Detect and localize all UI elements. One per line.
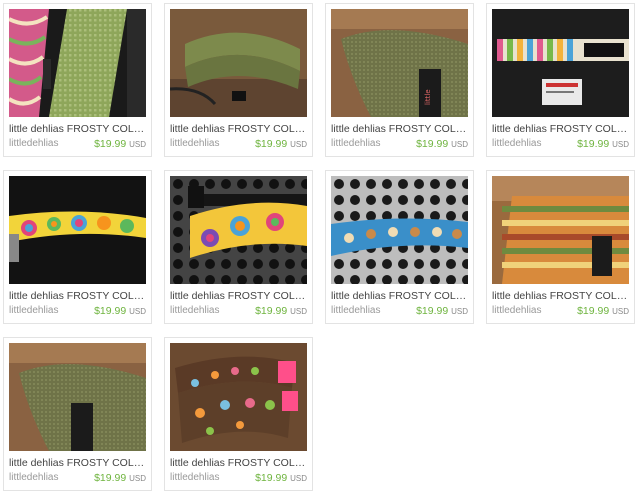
listing-price: $19.99 USD [416, 305, 468, 318]
listing-price: $19.99 USD [94, 472, 146, 485]
shop-name[interactable]: littledehlias [170, 305, 219, 317]
price-currency: USD [451, 140, 468, 149]
listing-price: $19.99 USD [255, 305, 307, 318]
shop-name[interactable]: littledehlias [170, 138, 219, 150]
listing-thumbnail[interactable] [170, 176, 307, 284]
shop-name[interactable]: littledehlias [170, 472, 219, 484]
listing-thumbnail[interactable] [492, 9, 629, 117]
listing-title[interactable]: little dehlias FROSTY COLLA... [331, 290, 470, 303]
listing-title[interactable]: little dehlias FROSTY COLLA... [331, 123, 470, 136]
shop-name[interactable]: littledehlias [492, 138, 541, 150]
listing-price: $19.99 USD [577, 305, 629, 318]
shop-name[interactable]: littledehlias [9, 138, 58, 150]
listing-card[interactable]: little dehlias FROSTY COLLA... littledeh… [164, 170, 313, 324]
price-amount: $19.99 [255, 472, 288, 484]
listing-thumbnail[interactable] [170, 9, 307, 117]
listing-title[interactable]: little dehlias FROSTY COLLA... [170, 290, 309, 303]
shop-name[interactable]: littledehlias [9, 472, 58, 484]
listing-card[interactable]: little dehlias FROSTY COLLA... littledeh… [325, 170, 474, 324]
listing-card[interactable]: little dehlias FROSTY COLLA... littledeh… [164, 3, 313, 157]
price-amount: $19.99 [94, 138, 127, 150]
listing-title[interactable]: little dehlias FROSTY COLLA... [9, 457, 148, 470]
listing-card[interactable]: little dehlias FROSTY COLLA... littledeh… [3, 170, 152, 324]
listing-thumbnail[interactable] [9, 343, 146, 451]
listing-title[interactable]: little dehlias FROSTY COLLA... [9, 123, 148, 136]
price-currency: USD [290, 140, 307, 149]
listing-price: $19.99 USD [577, 138, 629, 151]
shop-name[interactable]: littledehlias [9, 305, 58, 317]
price-amount: $19.99 [577, 138, 610, 150]
listing-title[interactable]: little dehlias FROSTY COLLA... [170, 457, 309, 470]
listing-price: $19.99 USD [255, 472, 307, 485]
price-amount: $19.99 [94, 305, 127, 317]
listing-price: $19.99 USD [255, 138, 307, 151]
listing-title[interactable]: little dehlias FROSTY COLLA... [170, 123, 309, 136]
price-currency: USD [612, 140, 629, 149]
shop-name[interactable]: littledehlias [492, 305, 541, 317]
listing-price: $19.99 USD [94, 305, 146, 318]
price-amount: $19.99 [255, 305, 288, 317]
shop-name[interactable]: littledehlias [331, 305, 380, 317]
price-amount: $19.99 [94, 472, 127, 484]
price-currency: USD [290, 474, 307, 483]
listing-price: $19.99 USD [94, 138, 146, 151]
listing-card[interactable]: little dehlias FROSTY COLLA... littledeh… [3, 3, 152, 157]
price-currency: USD [129, 474, 146, 483]
price-amount: $19.99 [255, 138, 288, 150]
listing-price: $19.99 USD [416, 138, 468, 151]
price-amount: $19.99 [416, 138, 449, 150]
price-amount: $19.99 [416, 305, 449, 317]
listing-card[interactable]: little little dehlias FROSTY COLLA... li… [325, 3, 474, 157]
listing-thumbnail[interactable]: little [331, 9, 468, 117]
listing-card[interactable]: little dehlias FROSTY COLLA... littledeh… [486, 170, 635, 324]
shop-name[interactable]: littledehlias [331, 138, 380, 150]
price-currency: USD [612, 307, 629, 316]
listing-card[interactable]: little dehlias FROSTY COLLA... littledeh… [486, 3, 635, 157]
listing-thumbnail[interactable] [492, 176, 629, 284]
listing-thumbnail[interactable] [170, 343, 307, 451]
listing-title[interactable]: little dehlias FROSTY COLLA... [492, 290, 631, 303]
listing-card[interactable]: little dehlias FROSTY COLLA... littledeh… [164, 337, 313, 491]
price-currency: USD [129, 140, 146, 149]
listing-title[interactable]: little dehlias FROSTY COLLA... [9, 290, 148, 303]
price-amount: $19.99 [577, 305, 610, 317]
listing-thumbnail[interactable] [331, 176, 468, 284]
svg-text:little: little [424, 89, 432, 105]
price-currency: USD [129, 307, 146, 316]
listing-grid: little dehlias FROSTY COLLA... littledeh… [0, 0, 640, 496]
price-currency: USD [451, 307, 468, 316]
listing-thumbnail[interactable] [9, 9, 146, 117]
listing-thumbnail[interactable] [9, 176, 146, 284]
listing-card[interactable]: little dehlias FROSTY COLLA... littledeh… [3, 337, 152, 491]
price-currency: USD [290, 307, 307, 316]
listing-title[interactable]: little dehlias FROSTY COLLA... [492, 123, 631, 136]
